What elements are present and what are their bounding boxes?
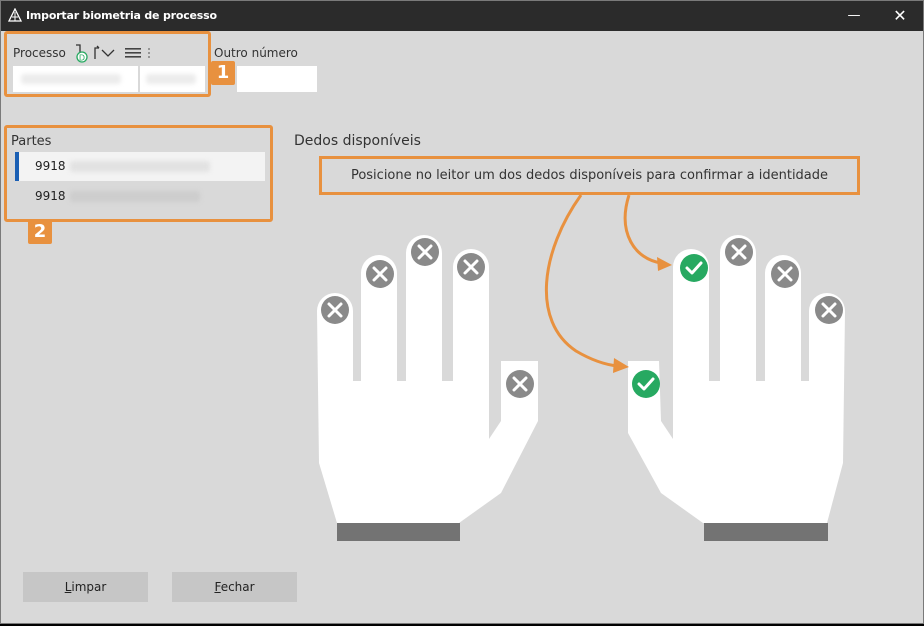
dialog-window: Importar biometria de processo — ✕ Proce… bbox=[0, 0, 924, 624]
minimize-button[interactable]: — bbox=[831, 1, 877, 31]
x-icon bbox=[457, 253, 485, 281]
x-icon bbox=[771, 260, 799, 288]
app-logo-icon bbox=[8, 8, 22, 22]
limpar-label: impar bbox=[71, 580, 107, 594]
step-badge-2: 2 bbox=[28, 220, 52, 244]
check-icon[interactable] bbox=[680, 254, 708, 282]
left-hand bbox=[317, 235, 538, 541]
step-badge-1: 1 bbox=[211, 61, 235, 85]
check-icon[interactable] bbox=[632, 370, 660, 398]
title-bar: Importar biometria de processo — ✕ bbox=[1, 1, 923, 31]
x-icon bbox=[725, 238, 753, 266]
arrow-to-right-index bbox=[623, 194, 672, 271]
x-icon bbox=[815, 296, 843, 324]
arrow-to-right-thumb bbox=[544, 194, 629, 373]
callout-box-partes bbox=[4, 125, 273, 222]
x-icon bbox=[411, 238, 439, 266]
outro-numero-field[interactable] bbox=[237, 66, 317, 92]
limpar-button[interactable]: Limpar bbox=[23, 572, 148, 602]
window-title: Importar biometria de processo bbox=[26, 9, 217, 22]
fechar-label: echar bbox=[220, 580, 255, 594]
fechar-button[interactable]: Fechar bbox=[172, 572, 297, 602]
close-button[interactable]: ✕ bbox=[877, 1, 923, 31]
dedos-disponiveis-label: Dedos disponíveis bbox=[294, 133, 421, 149]
x-icon bbox=[506, 370, 534, 398]
x-icon bbox=[366, 260, 394, 288]
right-hand bbox=[628, 235, 845, 541]
callout-box-processo bbox=[4, 31, 211, 97]
x-icon bbox=[321, 296, 349, 324]
instruction-callout: Posicione no leitor um dos dedos disponí… bbox=[319, 156, 860, 195]
outro-numero-label: Outro número bbox=[214, 46, 298, 60]
hands-illustration bbox=[317, 194, 845, 541]
